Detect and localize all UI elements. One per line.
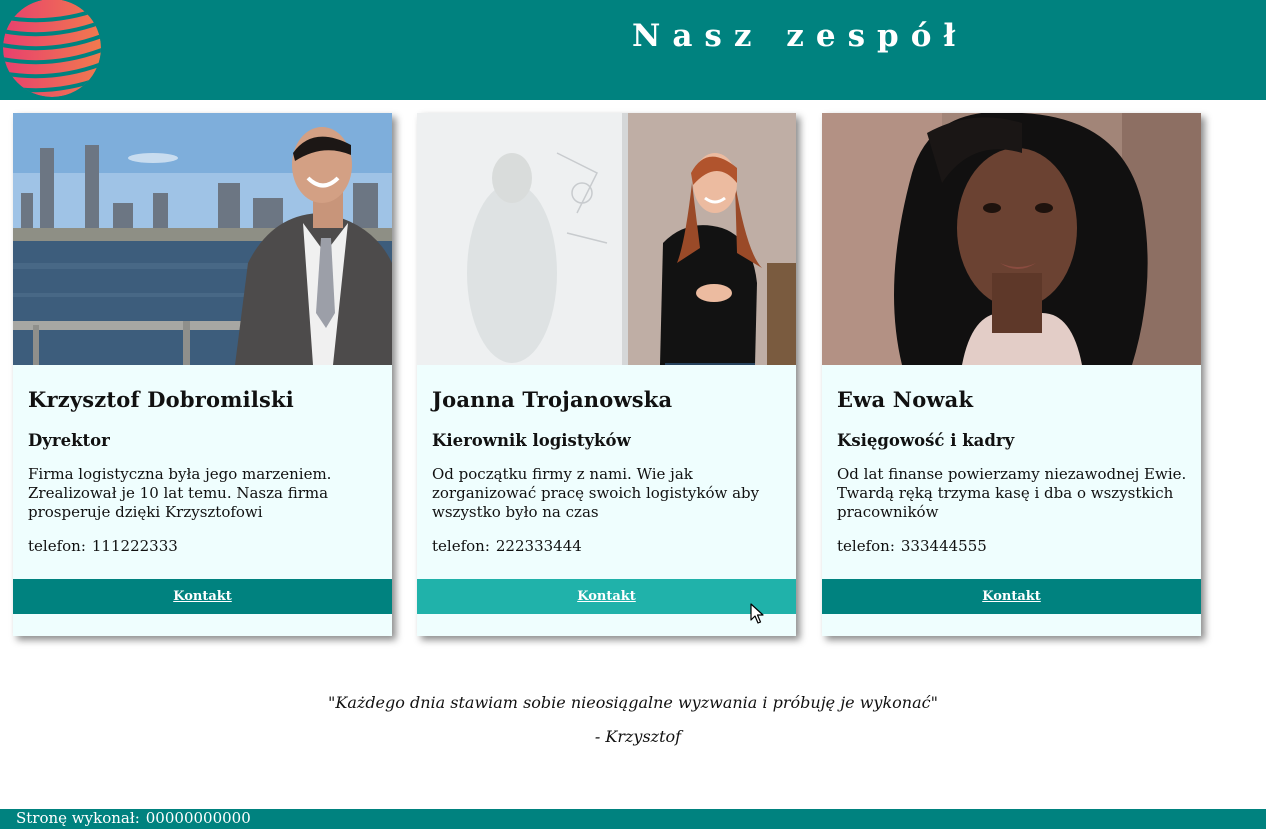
phone-number: 111222333 <box>91 537 178 555</box>
member-description: Od początku firmy z nami. Wie jak zorgan… <box>432 465 760 521</box>
contact-button[interactable]: Kontakt <box>822 579 1201 614</box>
member-phone: telefon: 111222333 <box>28 537 178 555</box>
member-description: Firma logistyczna była jego marzeniem. Z… <box>28 465 332 521</box>
member-name: Krzysztof Dobromilski <box>28 387 294 412</box>
team-card: Krzysztof Dobromilski Dyrektor Firma log… <box>13 113 392 636</box>
contact-button[interactable]: Kontakt <box>417 579 796 614</box>
member-role: Kierownik logistyków <box>432 431 631 450</box>
quote-author: - Krzysztof <box>594 727 682 746</box>
team-card: Ewa Nowak Księgowość i kadry Od lat fina… <box>822 113 1201 636</box>
man-in-suit-by-waterfront-photo <box>13 113 392 365</box>
phone-label: telefon: <box>432 537 490 555</box>
member-role: Dyrektor <box>28 431 110 450</box>
phone-label: telefon: <box>28 537 86 555</box>
member-name: Ewa Nowak <box>837 387 974 412</box>
member-phone: telefon: 222333444 <box>432 537 582 555</box>
footer-credit: Stronę wykonał: 00000000000 <box>16 809 251 827</box>
header-bar: Nasz zespół <box>0 0 1266 100</box>
member-name: Joanna Trojanowska <box>432 387 673 412</box>
member-phone: telefon: 333444555 <box>837 537 987 555</box>
footer-bar: Stronę wykonał: 00000000000 <box>0 809 1266 829</box>
footer-value: 00000000000 <box>145 809 251 827</box>
team-card: Joanna Trojanowska Kierownik logistyków … <box>417 113 796 636</box>
phone-number: 222333444 <box>495 537 582 555</box>
member-description: Od lat finanse powierzamy niezawodnej Ew… <box>837 465 1187 521</box>
quote-text: "Każdego dnia stawiam sobie nieosiągalne… <box>328 693 938 712</box>
page-title: Nasz zespół <box>632 18 968 54</box>
footer-label: Stronę wykonał: <box>16 809 140 827</box>
mouse-pointer-icon <box>750 603 764 624</box>
member-role: Księgowość i kadry <box>837 431 1015 450</box>
woman-portrait-photo <box>822 113 1201 365</box>
phone-label: telefon: <box>837 537 895 555</box>
contact-button[interactable]: Kontakt <box>13 579 392 614</box>
woman-at-whiteboard-photo <box>417 113 796 365</box>
phone-number: 333444555 <box>900 537 987 555</box>
globe-logo-icon <box>3 0 101 97</box>
